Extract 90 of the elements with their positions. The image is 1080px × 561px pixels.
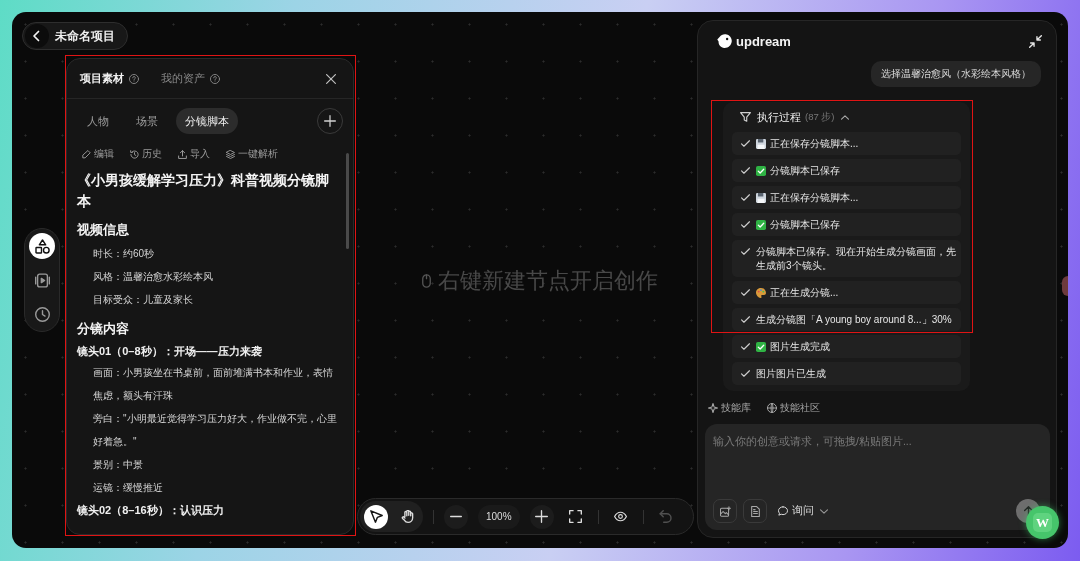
step-text: 分镜脚本已保存 <box>770 163 841 178</box>
zoom-level[interactable]: 100% <box>478 504 520 529</box>
close-button[interactable] <box>325 72 337 85</box>
script-line: 运镜：缓慢推近 <box>92 481 164 495</box>
globe-icon <box>767 403 777 413</box>
category-tab[interactable]: 分镜脚本 <box>176 108 238 134</box>
checkbox-tick-icon <box>756 165 766 176</box>
history-icon <box>130 149 139 159</box>
check-icon <box>741 167 750 174</box>
logo-icon <box>717 34 732 48</box>
check-icon <box>741 140 750 147</box>
step-text: 正在保存分镜脚本... <box>770 190 860 205</box>
close-icon <box>326 73 336 84</box>
check-icon <box>741 194 750 201</box>
pencil-icon <box>82 149 91 159</box>
sparkle-icon <box>708 403 718 413</box>
step-text: 正在保存分镜脚本... <box>770 136 860 151</box>
panel-tab[interactable]: 我的资产 <box>161 71 220 86</box>
image-upload-button[interactable] <box>713 499 737 523</box>
document-icon <box>749 505 761 517</box>
brand-name: updream <box>736 33 791 49</box>
minus-icon <box>450 515 462 518</box>
hand-icon <box>400 510 414 523</box>
help-icon <box>210 73 220 84</box>
collapse-button[interactable] <box>1028 34 1042 48</box>
check-icon <box>741 343 750 350</box>
sidebar-button[interactable] <box>29 233 55 259</box>
process-toggle[interactable]: 执行过程 (87 步) <box>732 102 849 132</box>
plus-icon <box>324 115 336 127</box>
plus-icon <box>535 510 549 523</box>
scrollbar-thumb[interactable] <box>346 153 349 249</box>
section-heading: 视频信息 <box>77 222 130 239</box>
canvas-hint: 右键新建节点开启创作 <box>437 267 658 295</box>
step-text: 正在生成分镜... <box>770 285 840 300</box>
prompt-input[interactable]: 输入你的创意或请求，可拖拽/粘贴图片... <box>713 433 1042 499</box>
layers-icon <box>226 149 235 159</box>
eye-icon <box>614 510 628 523</box>
check-icon <box>741 316 750 323</box>
back-icon <box>25 24 49 48</box>
category-tab[interactable]: 人物 <box>78 108 118 134</box>
undo-icon <box>659 510 673 523</box>
history-button[interactable]: 历史 <box>130 147 162 161</box>
mode-dropdown[interactable]: 询问 <box>778 504 828 518</box>
step-text: 图片生成完成 <box>770 339 831 354</box>
shot-heading: 镜头02（8–16秒）：认识压力 <box>77 503 225 518</box>
step-text: 生成分镜图「A young boy around 8...」30% <box>756 312 953 327</box>
file-button[interactable] <box>743 499 767 523</box>
cursor-icon <box>369 510 383 523</box>
script-line: 时长：约60秒 <box>92 247 156 261</box>
upload-icon <box>178 149 187 159</box>
step-text: 分镜脚本已保存 <box>770 217 841 232</box>
check-icon <box>741 248 750 255</box>
step-text: 图片图片已生成 <box>756 366 827 381</box>
category-tab[interactable]: 场景 <box>127 108 167 134</box>
shot-heading: 镜头01（0–8秒）：开场——压力来袭 <box>77 344 263 359</box>
document-title: 《小男孩缓解学习压力》科普视频分镜脚本 <box>77 171 330 211</box>
checkbox-tick-icon <box>756 341 766 352</box>
check-icon <box>741 289 750 296</box>
video-icon <box>34 272 50 288</box>
import-button[interactable]: 导入 <box>178 147 210 161</box>
script-line: 风格：温馨治愈水彩绘本风 <box>92 270 214 284</box>
chat-bubble-icon <box>778 506 788 516</box>
help-icon <box>129 73 139 84</box>
script-line: 目标受众：儿童及家长 <box>92 293 194 307</box>
collapse-icon <box>1028 34 1042 48</box>
check-icon <box>741 370 750 377</box>
zoom-in-button[interactable] <box>529 504 554 529</box>
section-heading: 分镜内容 <box>77 320 130 338</box>
skills-link[interactable]: 技能库 <box>708 401 751 415</box>
funnel-icon <box>740 112 751 122</box>
panel-tab[interactable]: 项目素材 <box>80 71 139 86</box>
parse-button[interactable]: 一键解析 <box>226 147 278 161</box>
select-button[interactable] <box>364 504 388 529</box>
script-line: 景别：中景 <box>92 458 144 472</box>
mouse-icon <box>421 274 431 288</box>
checkbox-tick-icon <box>756 219 766 230</box>
fullscreen-icon <box>569 510 583 523</box>
user-message: 选择温馨治愈风（水彩绘本风格） <box>871 61 1041 87</box>
community-link[interactable]: 技能社区 <box>767 401 820 415</box>
script-line: 画面：小男孩坐在书桌前，面前堆满书本和作业，表情焦虑，额头有汗珠 <box>92 366 334 403</box>
clock-icon <box>34 306 50 322</box>
check-icon <box>741 221 750 228</box>
step-text: 分镜脚本已保存。现在开始生成分镜画面，先生成前3个镜头。 <box>756 244 957 273</box>
shapes-icon <box>34 238 50 254</box>
palette-icon <box>756 287 766 298</box>
back-button[interactable]: 未命名项目 <box>22 22 128 50</box>
edit-button[interactable]: 编辑 <box>82 147 114 161</box>
image-add-icon <box>719 505 731 517</box>
script-line: 旁白："小明最近觉得学习压力好大，作业做不完，心里好着急。" <box>92 412 337 449</box>
chevron-down-icon <box>820 508 828 514</box>
